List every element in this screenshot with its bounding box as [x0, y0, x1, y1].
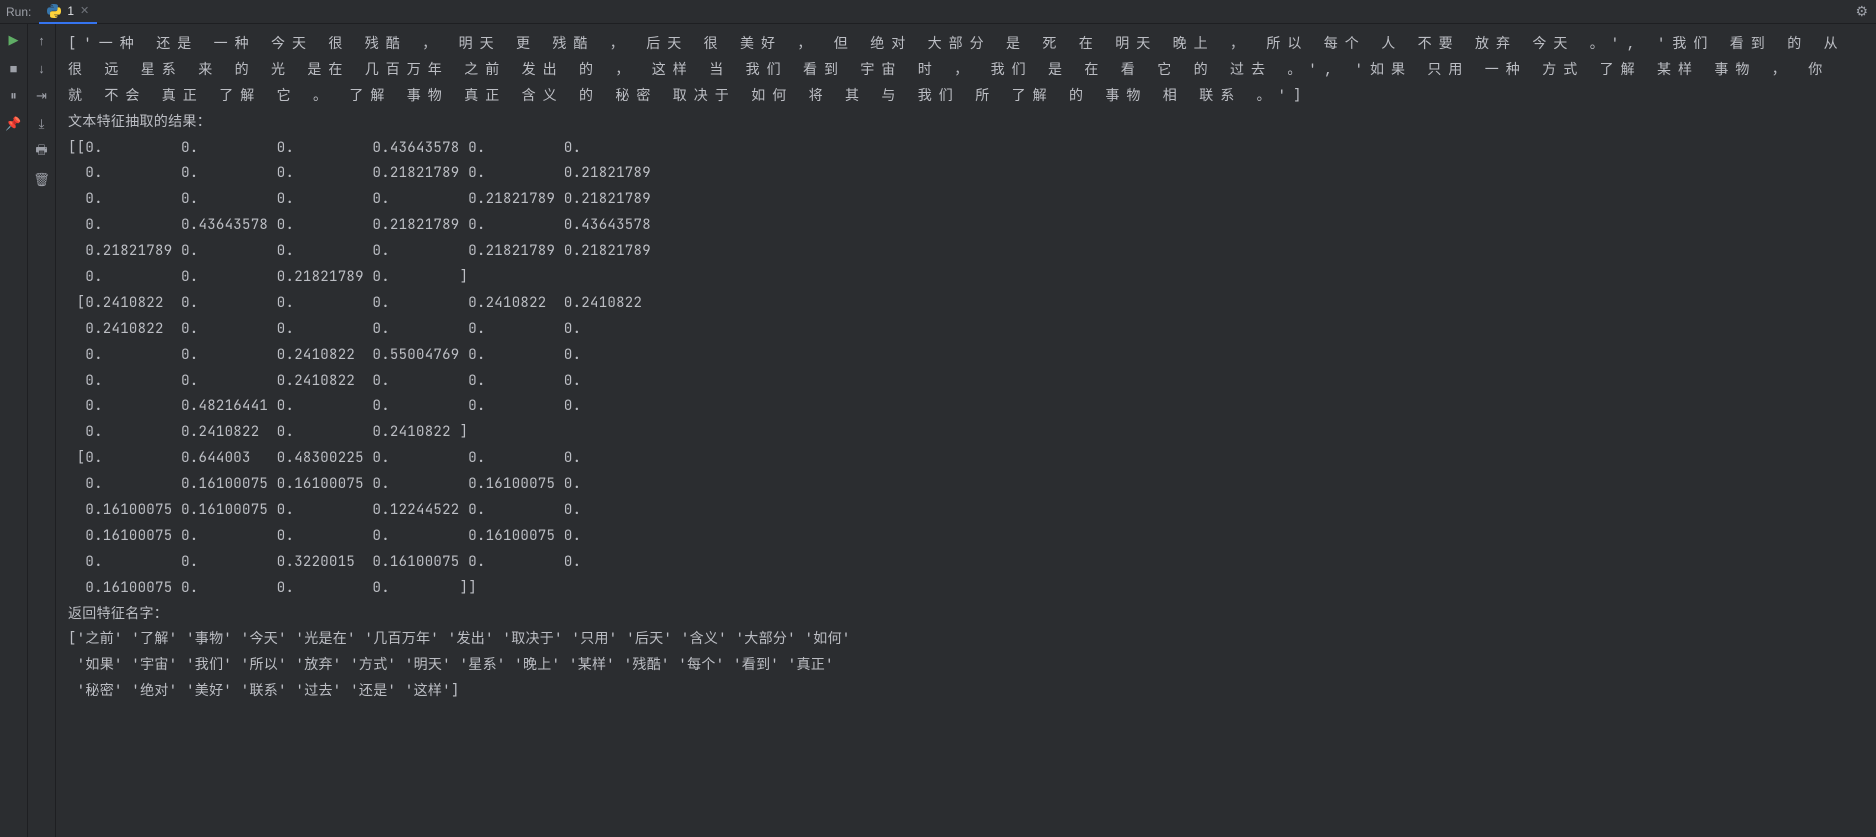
soft-wrap-icon[interactable]: ⇥ — [32, 86, 52, 106]
run-label: Run: — [6, 5, 31, 19]
up-arrow-icon[interactable]: ↑ — [32, 30, 52, 50]
print-icon[interactable]: 🖶 — [32, 142, 52, 162]
main-area: ▶ ■ ⏸ 📌 ↑ ↓ ⇥ ⤓ 🖶 🗑 ['一种 还是 一种 今天 很 残酷 ，… — [0, 24, 1876, 837]
run-tab[interactable]: 1 ✕ — [39, 0, 97, 24]
tab-label: 1 — [67, 4, 74, 18]
down-arrow-icon[interactable]: ↓ — [32, 58, 52, 78]
scroll-to-end-icon[interactable]: ⤓ — [32, 114, 52, 134]
close-icon[interactable]: ✕ — [80, 4, 89, 17]
rerun-button[interactable]: ▶ — [4, 30, 24, 50]
left-toolbar: ▶ ■ ⏸ 📌 — [0, 24, 28, 837]
stop-button[interactable]: ■ — [4, 58, 24, 78]
pause-button[interactable]: ⏸ — [4, 86, 24, 106]
second-toolbar: ↑ ↓ ⇥ ⤓ 🖶 🗑 — [28, 24, 56, 837]
python-file-icon — [47, 4, 61, 18]
run-tool-window-header: Run: 1 ✕ ⚙ — [0, 0, 1876, 24]
console-output[interactable]: ['一种 还是 一种 今天 很 残酷 ， 明天 更 残酷 ， 后天 很 美好 ，… — [56, 24, 1876, 837]
gear-icon[interactable]: ⚙ — [1855, 3, 1868, 20]
pin-button[interactable]: 📌 — [4, 114, 24, 134]
trash-icon[interactable]: 🗑 — [32, 170, 52, 190]
